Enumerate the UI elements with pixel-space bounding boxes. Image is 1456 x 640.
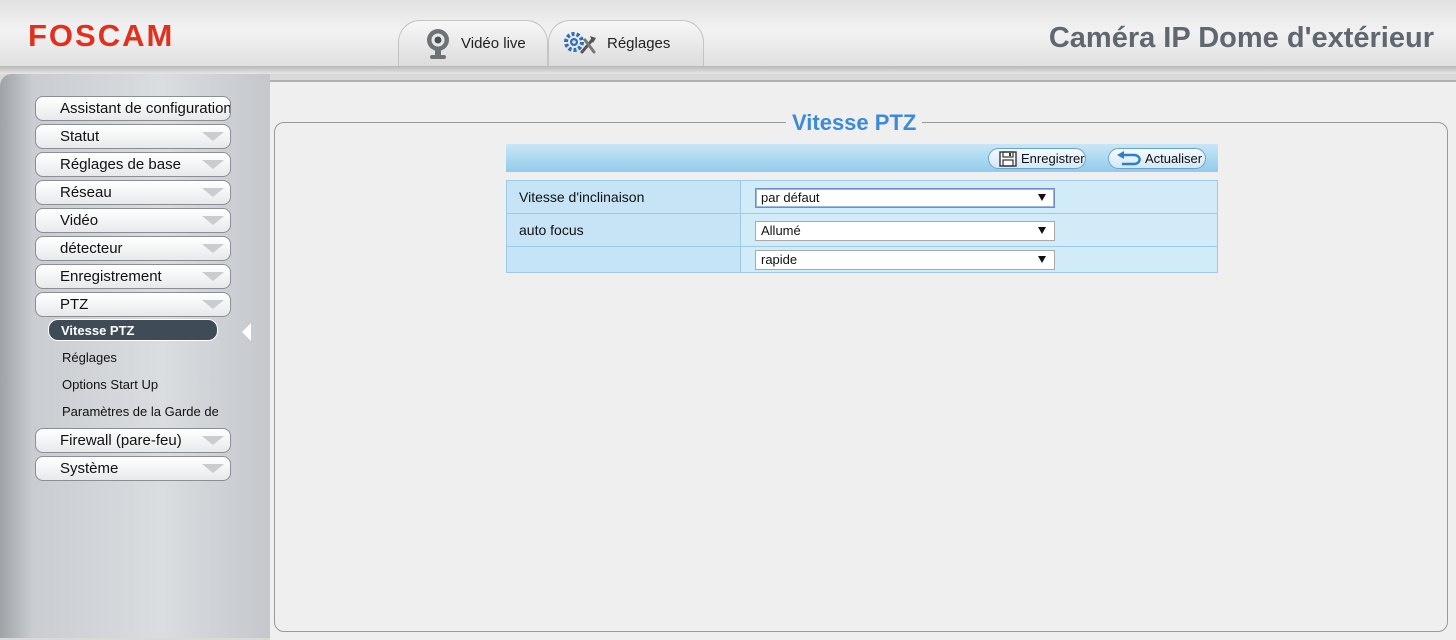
sidebar-item-label: Firewall (pare-feu) [60, 432, 182, 449]
sidebar-item-detector[interactable]: détecteur [35, 236, 231, 261]
sidebar-subitem-label: Vitesse PTZ [61, 323, 135, 338]
tab-settings-label: Réglages [607, 35, 671, 52]
sidebar-item-label: Statut [60, 128, 100, 145]
tab-live-video[interactable]: Vidéo live [398, 20, 548, 66]
auto-focus-label: auto focus [507, 214, 741, 246]
chevron-down-icon [202, 188, 224, 197]
chevron-down-icon [202, 132, 224, 141]
sidebar-subitem-startup-options[interactable]: Options Start Up [48, 374, 218, 396]
tilt-speed-value: par défaut [761, 190, 820, 205]
chevron-down-icon [202, 272, 224, 281]
chevron-down-icon [202, 216, 224, 225]
refresh-button-label: Actualiser [1145, 151, 1203, 166]
auto-focus-value: Allumé [761, 223, 801, 238]
sidebar-item-label: Assistant de configuration [60, 100, 231, 117]
sidebar-item-label: Vidéo [60, 212, 99, 229]
sidebar-item-firewall[interactable]: Firewall (pare-feu) [35, 428, 231, 453]
form-row-auto-focus: auto focus Allumé [507, 214, 1217, 247]
sidebar-item-system[interactable]: Système [35, 456, 231, 481]
sidebar-subitem-label: Paramètres de la Garde de [62, 404, 218, 419]
foscam-logo: FOSCAM [28, 18, 175, 53]
focus-speed-label [507, 247, 741, 272]
device-title: Caméra IP Dome d'extérieur [1048, 22, 1434, 54]
tilt-speed-select[interactable]: par défaut [755, 188, 1055, 208]
sidebar-subitem-ptz-speed[interactable]: Vitesse PTZ [48, 319, 218, 341]
sidebar-item-setup-wizard[interactable]: Assistant de configuration [35, 96, 231, 121]
ptz-speed-form: Vitesse d'inclinaison par défaut auto fo… [506, 180, 1218, 273]
chevron-down-icon [202, 300, 224, 309]
gears-icon [563, 30, 599, 58]
sidebar-item-network[interactable]: Réseau [35, 180, 231, 205]
auto-focus-select[interactable]: Allumé [755, 221, 1055, 241]
dropdown-arrow-icon [1038, 227, 1046, 234]
sidebar-item-ptz[interactable]: PTZ [35, 292, 231, 317]
webcam-icon [423, 27, 453, 61]
form-toolbar: Enregistrer Actualiser [506, 144, 1218, 172]
chevron-down-icon [202, 160, 224, 169]
floppy-disk-icon [999, 150, 1017, 167]
sidebar-subitem-label: Options Start Up [62, 377, 159, 392]
chevron-down-icon [202, 436, 224, 445]
sidebar-item-label: Réseau [60, 184, 112, 201]
focus-speed-value: rapide [761, 252, 798, 267]
sidebar-item-basic-settings[interactable]: Réglages de base [35, 152, 231, 177]
sidebar-item-label: détecteur [60, 240, 123, 257]
dropdown-arrow-icon [1038, 256, 1046, 263]
refresh-arrow-icon [1115, 150, 1141, 167]
tab-live-video-label: Vidéo live [461, 35, 526, 52]
form-row-tilt-speed: Vitesse d'inclinaison par défaut [507, 181, 1217, 214]
refresh-button[interactable]: Actualiser [1108, 148, 1206, 169]
active-pointer-icon [242, 323, 251, 341]
sidebar-item-label: Enregistrement [60, 268, 162, 285]
tilt-speed-label: Vitesse d'inclinaison [507, 181, 741, 213]
sidebar-item-label: Système [60, 460, 119, 477]
sidebar-item-recording[interactable]: Enregistrement [35, 264, 231, 289]
section-title: Vitesse PTZ [786, 110, 923, 136]
save-button[interactable]: Enregistrer [988, 148, 1086, 169]
form-row-focus-speed: rapide [507, 247, 1217, 272]
sidebar-item-video[interactable]: Vidéo [35, 208, 231, 233]
sidebar-item-label: PTZ [60, 296, 89, 313]
sidebar-item-label: Réglages de base [60, 156, 181, 173]
sidebar-subitem-label: Réglages [62, 350, 117, 365]
tab-settings[interactable]: Réglages [548, 20, 704, 66]
dropdown-arrow-icon [1038, 194, 1046, 201]
sidebar-subitem-guard-position[interactable]: Paramètres de la Garde de [48, 401, 218, 423]
focus-speed-select[interactable]: rapide [755, 250, 1055, 270]
sidebar-subitem-ptz-settings[interactable]: Réglages [48, 347, 218, 369]
chevron-down-icon [202, 464, 224, 473]
sidebar-item-status[interactable]: Statut [35, 124, 231, 149]
header-divider [0, 66, 1456, 74]
chevron-down-icon [202, 244, 224, 253]
app-header: FOSCAM Vidéo live Réglages Caméra IP Dom… [0, 0, 1456, 70]
save-button-label: Enregistrer [1021, 151, 1085, 166]
